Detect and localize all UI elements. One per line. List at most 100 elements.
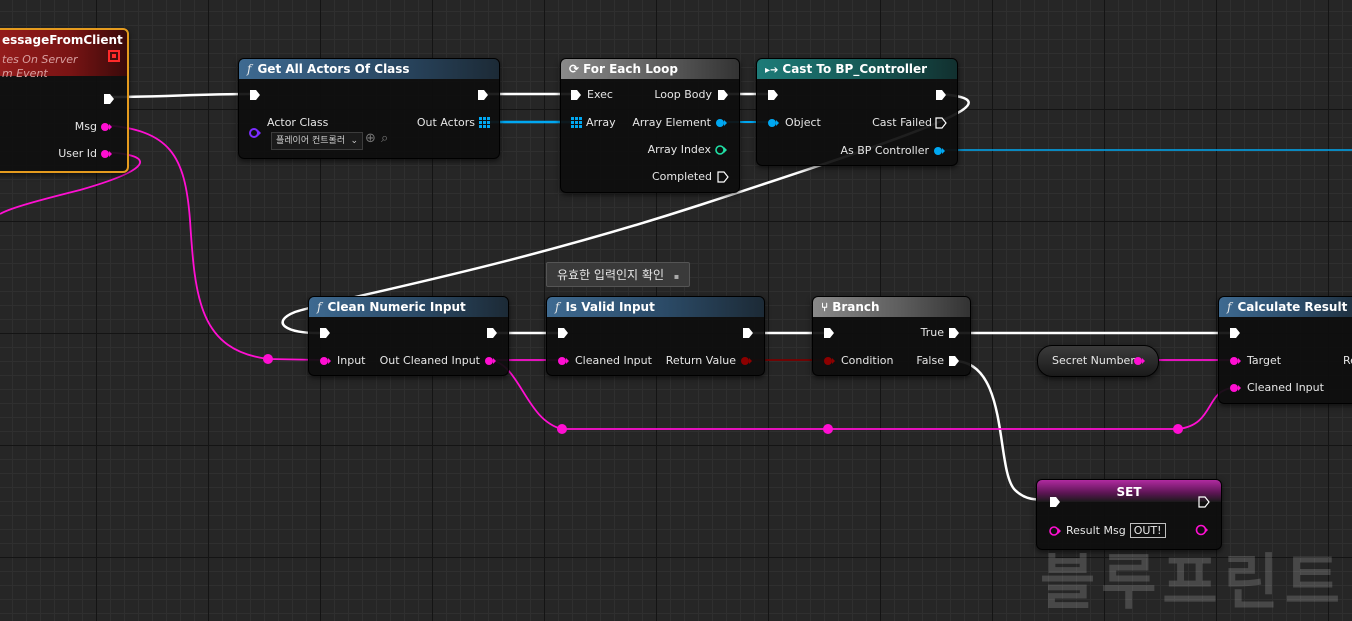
- secret-number-label: Secret Number: [1052, 354, 1135, 367]
- branch-node[interactable]: ⑂ Branch Condition True False: [812, 296, 971, 376]
- exec-out-pin[interactable]: [486, 327, 498, 339]
- cleaned-input-pin[interactable]: [557, 355, 569, 367]
- reroute-knot[interactable]: [557, 424, 567, 434]
- exec-in-pin[interactable]: [1229, 327, 1241, 339]
- exec-out-pin[interactable]: [935, 89, 947, 101]
- reroute-knot[interactable]: [823, 424, 833, 434]
- clean-numeric-input-node[interactable]: f Clean Numeric Input Input Out Cleaned I…: [308, 296, 509, 376]
- cast-header: ▸➔ Cast To BP_Controller: [757, 59, 957, 79]
- is-valid-input-node[interactable]: f Is Valid Input Cleaned Input Return Val…: [546, 296, 765, 376]
- use-selected-icon[interactable]: ⊕: [365, 132, 376, 146]
- string-wire-msg-to-input[interactable]: [103, 124, 324, 361]
- secret-number-variable-node[interactable]: Secret Number: [1037, 345, 1159, 377]
- get-all-actors-title: Get All Actors Of Class: [257, 62, 410, 76]
- event-node[interactable]: essageFromClient tes On Server m Event M…: [0, 28, 129, 173]
- completed-label: Completed: [652, 170, 712, 183]
- is-valid-input-header: f Is Valid Input: [547, 297, 764, 317]
- branch-header: ⑂ Branch: [813, 297, 970, 317]
- as-bp-controller-label: As BP Controller: [840, 144, 929, 157]
- chevron-down-icon: ⌄: [350, 136, 358, 146]
- object-pin[interactable]: [767, 117, 779, 129]
- blueprint-watermark: 블루프린트: [1040, 548, 1346, 618]
- exec-in-pin[interactable]: [570, 89, 582, 101]
- array-index-label: Array Index: [647, 143, 711, 156]
- get-all-actors-node[interactable]: f Get All Actors Of Class Actor Class 플레이…: [238, 58, 500, 159]
- clean-numeric-input-header: f Clean Numeric Input: [309, 297, 508, 317]
- set-result-msg-node[interactable]: SET Result Msg OUT!: [1036, 479, 1222, 550]
- target-pin[interactable]: [1229, 355, 1241, 367]
- loop-body-pin[interactable]: [717, 89, 729, 101]
- cast-failed-pin[interactable]: [935, 117, 947, 129]
- is-valid-input-title: Is Valid Input: [565, 300, 655, 314]
- exec-in-pin[interactable]: [249, 89, 261, 101]
- exec-out-pin[interactable]: [742, 327, 754, 339]
- array-in-pin[interactable]: [571, 117, 582, 128]
- reroute-knot[interactable]: [263, 354, 273, 364]
- branch-title: Branch: [832, 300, 880, 314]
- exec-out-pin[interactable]: [1198, 496, 1210, 508]
- array-element-pin[interactable]: [715, 117, 727, 129]
- actor-class-dropdown[interactable]: 플레이어 컨트롤러 ⌄: [271, 132, 363, 150]
- as-bp-controller-pin[interactable]: [933, 145, 945, 157]
- return-label-partial: Re: [1343, 354, 1352, 367]
- result-msg-in-pin[interactable]: [1049, 525, 1061, 537]
- calculate-result-node[interactable]: f Calculate Result Target Re Cleaned Inpu…: [1218, 296, 1352, 404]
- for-each-loop-node[interactable]: ⟳ For Each Loop Exec Array Loop Body Arra…: [560, 58, 740, 193]
- function-icon: f: [317, 300, 322, 314]
- cast-title: Cast To BP_Controller: [782, 62, 928, 76]
- node-comment-bubble[interactable]: 유효한 입력인지 확인 ▪: [546, 262, 691, 287]
- out-value-box[interactable]: OUT!: [1129, 523, 1166, 538]
- result-msg-out-pin[interactable]: [1195, 523, 1209, 537]
- exec-in-pin[interactable]: [557, 327, 569, 339]
- cleaned-input-pin[interactable]: [1229, 382, 1241, 394]
- return-value-pin[interactable]: [740, 355, 752, 367]
- for-each-loop-title: For Each Loop: [583, 62, 678, 76]
- calculate-result-title: Calculate Result: [1237, 300, 1348, 314]
- user-id-pin[interactable]: [100, 148, 112, 160]
- exec-in-pin[interactable]: [823, 327, 835, 339]
- exec-in-pin[interactable]: [767, 89, 779, 101]
- result-msg-text: Result Msg: [1066, 524, 1126, 537]
- actor-class-value: 플레이어 컨트롤러: [276, 136, 346, 146]
- cleaned-input-label: Cleaned Input: [1247, 381, 1324, 394]
- exec-in-pin[interactable]: [319, 327, 331, 339]
- object-label: Object: [785, 116, 821, 129]
- return-value-label: Return Value: [665, 354, 736, 367]
- loop-body-label: Loop Body: [654, 88, 712, 101]
- false-exec-pin[interactable]: [948, 355, 960, 367]
- exec-out-pin[interactable]: [103, 93, 115, 105]
- out-cleaned-input-pin[interactable]: [484, 355, 496, 367]
- msg-pin[interactable]: [100, 121, 112, 133]
- reroute-knot[interactable]: [1173, 424, 1183, 434]
- out-actors-array-pin[interactable]: [479, 117, 490, 128]
- browse-search-icon[interactable]: ⌕: [381, 132, 388, 146]
- exec-wire-event-to-getactors[interactable]: [107, 92, 253, 99]
- actor-class-pin[interactable]: [249, 127, 261, 139]
- input-pin[interactable]: [319, 355, 331, 367]
- function-icon: f: [247, 62, 252, 76]
- event-delegate-pin[interactable]: [108, 50, 120, 62]
- target-label: Target: [1247, 354, 1282, 367]
- condition-pin[interactable]: [823, 355, 835, 367]
- set-header: SET: [1037, 480, 1221, 502]
- get-all-actors-header: f Get All Actors Of Class: [239, 59, 499, 79]
- secret-number-pin[interactable]: [1133, 355, 1145, 367]
- cast-to-bp-controller-node[interactable]: ▸➔ Cast To BP_Controller Object Cast Fail…: [756, 58, 958, 166]
- clean-numeric-input-title: Clean Numeric Input: [327, 300, 466, 314]
- event-node-subtitle-2: m Event: [2, 67, 48, 80]
- array-element-label: Array Element: [632, 116, 711, 129]
- msg-pin-label: Msg: [74, 120, 97, 133]
- true-exec-pin[interactable]: [948, 327, 960, 339]
- exec-out-pin[interactable]: [477, 89, 489, 101]
- result-msg-label: Result Msg OUT!: [1066, 523, 1166, 538]
- array-index-pin[interactable]: [715, 144, 727, 156]
- exec-in-pin[interactable]: [1049, 496, 1061, 508]
- false-label: False: [916, 354, 944, 367]
- set-title: SET: [1116, 485, 1142, 499]
- pin-comment-icon[interactable]: ▪: [674, 272, 679, 281]
- branch-icon: ⑂: [821, 300, 829, 314]
- completed-pin[interactable]: [717, 171, 729, 183]
- event-node-subtitle-1: tes On Server: [2, 53, 78, 66]
- event-node-title: essageFromClient: [2, 33, 123, 47]
- function-icon: f: [555, 300, 560, 314]
